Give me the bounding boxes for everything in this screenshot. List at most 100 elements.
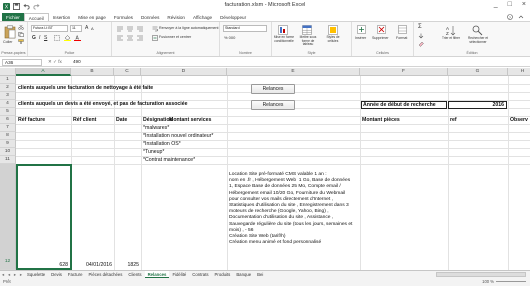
- row-header-4[interactable]: 4: [0, 100, 16, 108]
- cell-f6-header[interactable]: Montant pièces: [362, 117, 400, 124]
- status-text: Prêt: [3, 279, 11, 284]
- minimize-button[interactable]: _: [494, 1, 498, 8]
- format-cells-icon[interactable]: [398, 25, 407, 34]
- row-header-3[interactable]: 3: [0, 92, 16, 100]
- row-header-5[interactable]: 5: [0, 108, 16, 116]
- cell-e6-header[interactable]: Montant services: [169, 117, 211, 124]
- row-header-12[interactable]: 12: [0, 164, 16, 270]
- sort-filter-button[interactable]: Trier et filtrer: [440, 36, 462, 41]
- sort-filter-icon[interactable]: AZ: [446, 25, 457, 36]
- wrap-text-icon[interactable]: [152, 26, 158, 32]
- column-header-h[interactable]: H: [508, 68, 530, 76]
- underline-button[interactable]: S: [44, 35, 47, 41]
- cell-g6-header[interactable]: ref: [450, 117, 457, 124]
- format-table-button[interactable]: Mettre sous forme de tableau: [297, 35, 319, 47]
- paste-icon[interactable]: [4, 25, 16, 39]
- cell-styles-icon[interactable]: [328, 25, 338, 35]
- column-header-e[interactable]: E: [227, 68, 360, 76]
- editing-group: Σ AZ Trier et filtrer Rechercher et séle…: [414, 22, 530, 56]
- row-header-11[interactable]: 11: [0, 156, 16, 164]
- cell-d10[interactable]: *Tuneup*: [143, 149, 164, 156]
- grow-font-button[interactable]: A: [85, 25, 88, 31]
- shrink-font-button[interactable]: A: [91, 26, 94, 31]
- horizontal-scrollbar[interactable]: [436, 272, 526, 277]
- cell-d8[interactable]: *Installation nouvel ordinateur*: [143, 133, 213, 140]
- bold-button[interactable]: G: [32, 35, 36, 41]
- cell-b12[interactable]: 04/01/2016: [73, 262, 112, 269]
- relances-button-1[interactable]: Relances: [251, 84, 295, 94]
- number-format-select[interactable]: Standard: [223, 25, 267, 32]
- merge-center-button[interactable]: Fusionner et centrer: [159, 35, 191, 39]
- cell-a2[interactable]: clients auquels une facturation de netto…: [18, 85, 153, 92]
- find-select-button[interactable]: Rechercher et sélectionner: [464, 36, 492, 44]
- format-painter-icon[interactable]: [18, 39, 24, 44]
- cell-d11[interactable]: *Contrat maintenance*: [143, 157, 195, 164]
- cell-a4[interactable]: clients auquels un devis a été envoyé, e…: [18, 101, 188, 108]
- row-header-6[interactable]: 6: [0, 116, 16, 124]
- autosum-icon[interactable]: Σ: [418, 24, 422, 30]
- cell-d9[interactable]: *Installation OS*: [143, 141, 181, 148]
- font-size-select[interactable]: 11: [70, 25, 82, 32]
- relances-button-2[interactable]: Relances: [251, 100, 295, 110]
- formula-input[interactable]: 490: [73, 59, 81, 64]
- column-header-d[interactable]: D: [141, 68, 227, 76]
- insert-button[interactable]: Insérer: [355, 36, 366, 40]
- format-table-icon[interactable]: [302, 25, 312, 35]
- column-header-b[interactable]: B: [71, 68, 114, 76]
- cell-h6-header[interactable]: Observ: [510, 117, 528, 124]
- maximize-button[interactable]: □: [508, 1, 512, 8]
- ribbon-minimize-icon[interactable]: [518, 14, 524, 20]
- select-all-corner[interactable]: [0, 68, 16, 76]
- cell-d7[interactable]: *malwares*: [143, 125, 169, 132]
- cell-c6-header[interactable]: Date: [116, 117, 127, 124]
- close-button[interactable]: ×: [522, 1, 526, 8]
- delete-button[interactable]: Supprimer: [372, 36, 389, 40]
- horizontal-align-icons[interactable]: [116, 35, 146, 41]
- insert-cells-icon[interactable]: [357, 25, 366, 34]
- status-bar: Prêt 100 %: [0, 278, 530, 286]
- cell-e12[interactable]: Location Site pré-formaté CMS valable 1 …: [229, 172, 352, 246]
- find-select-icon[interactable]: [472, 25, 483, 36]
- vertical-align-icons[interactable]: [116, 26, 146, 32]
- cell-a6-header[interactable]: Réf facture: [18, 117, 45, 124]
- conditional-format-icon[interactable]: [278, 25, 288, 35]
- name-box[interactable]: A36: [2, 59, 42, 66]
- borders-icon[interactable]: [54, 35, 60, 41]
- cell-styles-button[interactable]: Styles de cellules: [322, 35, 344, 43]
- delete-cells-icon[interactable]: [377, 25, 386, 34]
- row-header-1[interactable]: 1: [0, 76, 16, 84]
- help-icon[interactable]: ?: [507, 14, 513, 20]
- copy-icon[interactable]: [18, 32, 24, 37]
- zoom-slider[interactable]: [496, 281, 526, 282]
- paste-button[interactable]: Coller: [3, 40, 12, 44]
- font-name-select[interactable]: Futura Lt BT: [31, 25, 68, 32]
- clipboard-group-label: Presse-papiers: [1, 51, 26, 55]
- row-header-8[interactable]: 8: [0, 132, 16, 140]
- fill-color-icon[interactable]: [64, 35, 71, 41]
- cell-f4-annee-label[interactable]: Année de début de recherche: [361, 101, 447, 109]
- cut-icon[interactable]: [18, 25, 24, 30]
- cell-c12[interactable]: 1825: [116, 262, 139, 269]
- row-header-10[interactable]: 10: [0, 148, 16, 156]
- column-header-c[interactable]: C: [114, 68, 141, 76]
- italic-button[interactable]: I: [39, 35, 40, 41]
- font-color-icon[interactable]: A: [74, 35, 81, 41]
- column-header-f[interactable]: F: [360, 68, 448, 76]
- fill-icon[interactable]: [418, 33, 424, 39]
- column-header-g[interactable]: G: [448, 68, 508, 76]
- number-format-buttons[interactable]: % 000: [224, 35, 235, 40]
- spreadsheet-grid[interactable]: A B C D E F G H 1 2 3 4 5 6 7 8 9 10 11 …: [0, 68, 530, 270]
- cell-g4-annee-value[interactable]: 2016: [448, 101, 507, 109]
- merge-center-icon[interactable]: [152, 35, 158, 41]
- row-header-9[interactable]: 9: [0, 140, 16, 148]
- formula-bar-buttons[interactable]: ✕ ✓ fx: [48, 59, 62, 65]
- format-button[interactable]: Format: [396, 36, 407, 40]
- row-header-2[interactable]: 2: [0, 84, 16, 92]
- clear-icon[interactable]: [418, 41, 424, 47]
- conditional-format-button[interactable]: Mise en forme conditionnelle: [273, 35, 295, 43]
- wrap-text-button[interactable]: Renvoyer à la ligne automatiquement: [159, 26, 219, 30]
- zoom-level[interactable]: 100 %: [482, 279, 494, 284]
- row-header-7[interactable]: 7: [0, 124, 16, 132]
- column-header-a[interactable]: A: [16, 68, 71, 76]
- cell-b6-header[interactable]: Réf client: [73, 117, 96, 124]
